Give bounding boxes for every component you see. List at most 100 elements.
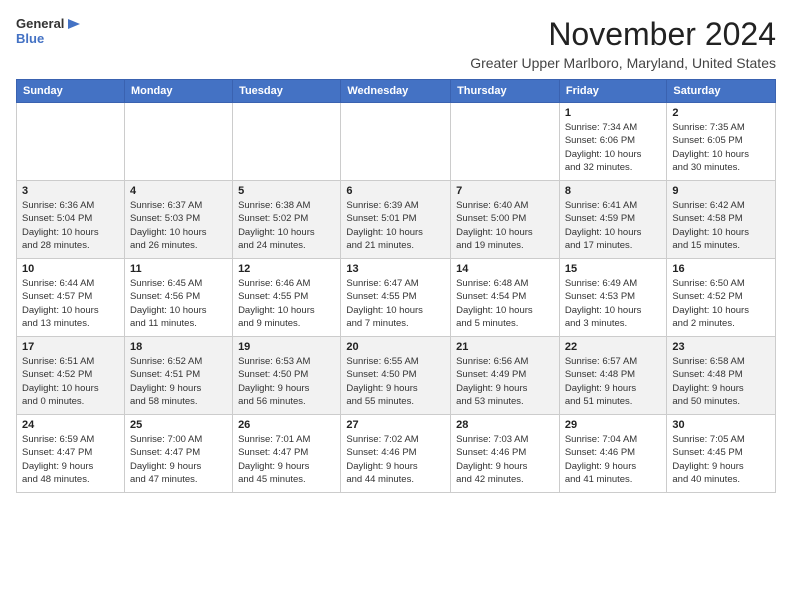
day-number: 4 [130, 185, 227, 197]
calendar-cell: 17Sunrise: 6:51 AM Sunset: 4:52 PM Dayli… [17, 337, 125, 415]
day-number: 26 [238, 419, 335, 431]
logo-general: General [16, 16, 64, 31]
day-info: Sunrise: 6:41 AM Sunset: 4:59 PM Dayligh… [565, 199, 662, 252]
day-number: 6 [346, 185, 445, 197]
day-number: 28 [456, 419, 554, 431]
calendar-cell: 29 Sunrise: 7:04 AM Sunset: 4:46 PM Dayli… [559, 415, 667, 493]
day-number: 22 [565, 341, 662, 353]
day-info: Sunrise: 7:01 AM Sunset: 4:47 PM Dayligh… [238, 433, 335, 486]
location: Greater Upper Marlboro, Maryland, United… [470, 55, 776, 71]
calendar-cell: 3 Sunrise: 6:36 AM Sunset: 5:04 PM Daylig… [17, 181, 125, 259]
weekday-header-thursday: Thursday [451, 80, 560, 103]
day-info: Sunrise: 6:47 AM Sunset: 4:55 PM Dayligh… [346, 277, 445, 330]
calendar-cell: 13 Sunrise: 6:47 AM Sunset: 4:55 PM Dayli… [341, 259, 451, 337]
month-title: November 2024 [470, 16, 776, 53]
calendar-cell: 5Sunrise: 6:38 AM Sunset: 5:02 PM Daylig… [233, 181, 341, 259]
calendar-cell: 30Sunrise: 7:05 AM Sunset: 4:45 PM Dayli… [667, 415, 776, 493]
day-info: Sunrise: 7:04 AM Sunset: 4:46 PM Dayligh… [565, 433, 662, 486]
day-number: 3 [22, 185, 119, 197]
weekday-header-sunday: Sunday [17, 80, 125, 103]
day-info: Sunrise: 6:38 AM Sunset: 5:02 PM Dayligh… [238, 199, 335, 252]
calendar-cell: 28Sunrise: 7:03 AM Sunset: 4:46 PM Dayli… [451, 415, 560, 493]
calendar-cell: 24Sunrise: 6:59 AM Sunset: 4:47 PM Dayli… [17, 415, 125, 493]
weekday-header-row: SundayMondayTuesdayWednesdayThursdayFrid… [17, 80, 776, 103]
calendar-week-row: 24Sunrise: 6:59 AM Sunset: 4:47 PM Dayli… [17, 415, 776, 493]
day-number: 21 [456, 341, 554, 353]
day-number: 7 [456, 185, 554, 197]
day-info: Sunrise: 6:57 AM Sunset: 4:48 PM Dayligh… [565, 355, 662, 408]
calendar: SundayMondayTuesdayWednesdayThursdayFrid… [16, 79, 776, 493]
calendar-cell [124, 103, 232, 181]
calendar-cell: 20Sunrise: 6:55 AM Sunset: 4:50 PM Dayli… [341, 337, 451, 415]
calendar-week-row: 1 Sunrise: 7:34 AM Sunset: 6:06 PM Daylig… [17, 103, 776, 181]
calendar-cell: 10 Sunrise: 6:44 AM Sunset: 4:57 PM Dayli… [17, 259, 125, 337]
weekday-header-tuesday: Tuesday [233, 80, 341, 103]
day-info: Sunrise: 7:34 AM Sunset: 6:06 PM Dayligh… [565, 121, 662, 174]
calendar-cell: 15 Sunrise: 6:49 AM Sunset: 4:53 PM Dayli… [559, 259, 667, 337]
day-number: 2 [672, 107, 770, 119]
day-info: Sunrise: 7:35 AM Sunset: 6:05 PM Dayligh… [672, 121, 770, 174]
day-info: Sunrise: 6:39 AM Sunset: 5:01 PM Dayligh… [346, 199, 445, 252]
day-info: Sunrise: 6:44 AM Sunset: 4:57 PM Dayligh… [22, 277, 119, 330]
day-info: Sunrise: 6:49 AM Sunset: 4:53 PM Dayligh… [565, 277, 662, 330]
logo: General Blue [16, 16, 82, 46]
day-info: Sunrise: 6:40 AM Sunset: 5:00 PM Dayligh… [456, 199, 554, 252]
day-number: 1 [565, 107, 662, 119]
day-number: 16 [672, 263, 770, 275]
header: General Blue November 2024 Greater Upper… [16, 16, 776, 71]
day-number: 20 [346, 341, 445, 353]
calendar-cell: 18 Sunrise: 6:52 AM Sunset: 4:51 PM Dayli… [124, 337, 232, 415]
day-info: Sunrise: 6:53 AM Sunset: 4:50 PM Dayligh… [238, 355, 335, 408]
day-info: Sunrise: 6:42 AM Sunset: 4:58 PM Dayligh… [672, 199, 770, 252]
day-info: Sunrise: 6:52 AM Sunset: 4:51 PM Dayligh… [130, 355, 227, 408]
day-number: 9 [672, 185, 770, 197]
calendar-cell [341, 103, 451, 181]
calendar-week-row: 3 Sunrise: 6:36 AM Sunset: 5:04 PM Daylig… [17, 181, 776, 259]
logo-blue: Blue [16, 31, 44, 46]
day-info: Sunrise: 6:50 AM Sunset: 4:52 PM Dayligh… [672, 277, 770, 330]
day-number: 23 [672, 341, 770, 353]
day-info: Sunrise: 6:37 AM Sunset: 5:03 PM Dayligh… [130, 199, 227, 252]
calendar-cell [451, 103, 560, 181]
day-number: 18 [130, 341, 227, 353]
day-number: 12 [238, 263, 335, 275]
calendar-cell: 1 Sunrise: 7:34 AM Sunset: 6:06 PM Daylig… [559, 103, 667, 181]
day-number: 13 [346, 263, 445, 275]
day-number: 15 [565, 263, 662, 275]
calendar-week-row: 17Sunrise: 6:51 AM Sunset: 4:52 PM Dayli… [17, 337, 776, 415]
calendar-cell: 21 Sunrise: 6:56 AM Sunset: 4:49 PM Dayli… [451, 337, 560, 415]
day-info: Sunrise: 6:45 AM Sunset: 4:56 PM Dayligh… [130, 277, 227, 330]
day-info: Sunrise: 7:00 AM Sunset: 4:47 PM Dayligh… [130, 433, 227, 486]
weekday-header-monday: Monday [124, 80, 232, 103]
day-info: Sunrise: 6:56 AM Sunset: 4:49 PM Dayligh… [456, 355, 554, 408]
calendar-cell: 12 Sunrise: 6:46 AM Sunset: 4:55 PM Dayli… [233, 259, 341, 337]
calendar-cell: 2 Sunrise: 7:35 AM Sunset: 6:05 PM Daylig… [667, 103, 776, 181]
page: General Blue November 2024 Greater Upper… [0, 0, 792, 501]
day-info: Sunrise: 6:59 AM Sunset: 4:47 PM Dayligh… [22, 433, 119, 486]
day-number: 11 [130, 263, 227, 275]
calendar-cell: 16 Sunrise: 6:50 AM Sunset: 4:52 PM Dayli… [667, 259, 776, 337]
day-info: Sunrise: 6:48 AM Sunset: 4:54 PM Dayligh… [456, 277, 554, 330]
day-number: 10 [22, 263, 119, 275]
day-number: 30 [672, 419, 770, 431]
calendar-cell: 4 Sunrise: 6:37 AM Sunset: 5:03 PM Daylig… [124, 181, 232, 259]
calendar-cell: 19 Sunrise: 6:53 AM Sunset: 4:50 PM Dayli… [233, 337, 341, 415]
title-block: November 2024 Greater Upper Marlboro, Ma… [470, 16, 776, 71]
day-number: 19 [238, 341, 335, 353]
calendar-cell: 22 Sunrise: 6:57 AM Sunset: 4:48 PM Dayli… [559, 337, 667, 415]
weekday-header-wednesday: Wednesday [341, 80, 451, 103]
calendar-week-row: 10 Sunrise: 6:44 AM Sunset: 4:57 PM Dayli… [17, 259, 776, 337]
day-number: 29 [565, 419, 662, 431]
calendar-cell [17, 103, 125, 181]
calendar-cell: 14 Sunrise: 6:48 AM Sunset: 4:54 PM Dayli… [451, 259, 560, 337]
day-number: 8 [565, 185, 662, 197]
day-info: Sunrise: 6:58 AM Sunset: 4:48 PM Dayligh… [672, 355, 770, 408]
day-number: 27 [346, 419, 445, 431]
day-info: Sunrise: 6:36 AM Sunset: 5:04 PM Dayligh… [22, 199, 119, 252]
day-number: 14 [456, 263, 554, 275]
weekday-header-friday: Friday [559, 80, 667, 103]
calendar-cell [233, 103, 341, 181]
day-info: Sunrise: 6:46 AM Sunset: 4:55 PM Dayligh… [238, 277, 335, 330]
calendar-cell: 9 Sunrise: 6:42 AM Sunset: 4:58 PM Daylig… [667, 181, 776, 259]
calendar-cell: 11 Sunrise: 6:45 AM Sunset: 4:56 PM Dayli… [124, 259, 232, 337]
